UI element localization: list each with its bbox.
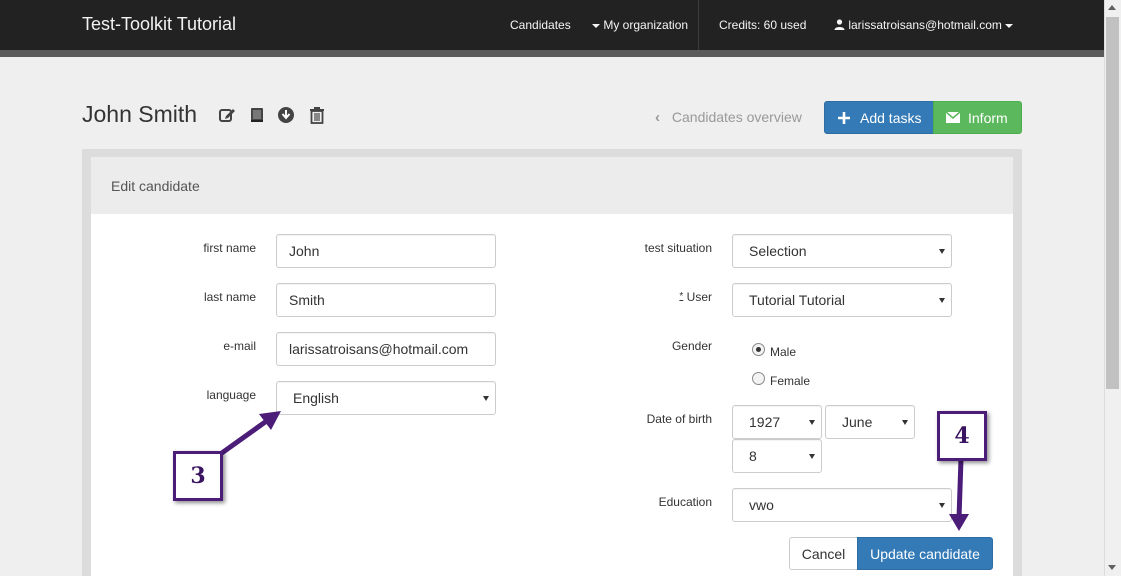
required-mark: * [679, 291, 684, 302]
dob-day-select[interactable]: 8 [732, 439, 822, 473]
gender-male-radio[interactable] [752, 343, 765, 356]
nav-candidates[interactable]: Candidates [510, 18, 571, 32]
dob-year-select[interactable]: 1927 [732, 405, 822, 439]
scroll-up-icon[interactable] [1108, 5, 1116, 10]
scrollbar-thumb[interactable] [1106, 17, 1119, 389]
panel-heading [91, 157, 1013, 214]
gender-male-label[interactable]: Male [770, 345, 796, 359]
add-tasks-label: Add tasks [860, 110, 922, 126]
dob-day-value: 8 [749, 448, 757, 464]
last-name-input[interactable]: Smith [276, 283, 496, 317]
select-arrow-icon [809, 420, 815, 425]
first-name-input[interactable]: John [276, 234, 496, 268]
date-of-birth-label: Date of birth [646, 412, 712, 426]
language-label: language [206, 388, 256, 402]
email-input[interactable]: larissatroisans@hotmail.com [276, 332, 496, 366]
envelope-icon [946, 112, 960, 123]
nav-credits: Credits: 60 used [719, 18, 807, 32]
add-tasks-button[interactable]: Add tasks [824, 101, 934, 134]
chevron-left-icon: ‹ [655, 109, 660, 126]
dob-month-value: June [842, 414, 873, 430]
caret-down-icon [1005, 23, 1014, 28]
email-label: e-mail [223, 339, 256, 353]
nav-user-email: larissatroisans@hotmail.com [848, 18, 1002, 32]
user-label: * User [679, 290, 712, 304]
gender-female-radio[interactable] [752, 372, 765, 385]
candidates-overview-label: Candidates overview [671, 109, 802, 125]
gender-female-label[interactable]: Female [770, 374, 810, 388]
page-title: John Smith [82, 101, 198, 127]
nav-my-organization-label: My organization [603, 18, 689, 32]
brand-link[interactable]: Test-Toolkit Tutorial [82, 14, 236, 35]
user-icon [834, 19, 845, 30]
dob-month-select[interactable]: June [825, 405, 915, 439]
user-label-text: User [686, 290, 712, 304]
select-arrow-icon [939, 503, 945, 508]
callout-step-4: 4 [937, 411, 987, 461]
nav-separator [698, 0, 699, 50]
language-select[interactable]: English [276, 381, 496, 415]
inform-label: Inform [968, 110, 1008, 126]
edit-icon[interactable] [218, 106, 236, 124]
plus-icon [838, 112, 850, 124]
dob-year-value: 1927 [749, 414, 781, 430]
scroll-down-icon[interactable] [1108, 565, 1116, 570]
candidates-overview-link[interactable]: ‹ Candidates overview [655, 109, 802, 126]
last-name-label: last name [203, 290, 256, 304]
select-arrow-icon [809, 454, 815, 459]
education-select[interactable]: vwo [732, 488, 952, 522]
language-selected-value: English [293, 390, 339, 406]
select-arrow-icon [939, 249, 945, 254]
navbar-bottom-strip [0, 50, 1104, 57]
caret-down-icon [592, 23, 600, 28]
download-icon[interactable] [277, 106, 295, 124]
inform-button[interactable]: Inform [933, 101, 1022, 134]
book-icon[interactable] [248, 106, 266, 124]
callout-step-3: 3 [173, 451, 223, 501]
panel-title: Edit candidate [111, 178, 200, 194]
test-situation-selected-value: Selection [749, 243, 807, 259]
select-arrow-icon [902, 420, 908, 425]
trash-icon[interactable] [308, 106, 326, 124]
update-candidate-button[interactable]: Update candidate [857, 537, 993, 570]
nav-my-organization[interactable]: My organization [592, 18, 688, 32]
test-situation-label: test situation [644, 241, 712, 255]
nav-user-menu[interactable]: larissatroisans@hotmail.com [834, 18, 1014, 32]
test-situation-select[interactable]: Selection [732, 234, 952, 268]
gender-label: Gender [671, 339, 712, 353]
user-selected-value: Tutorial Tutorial [749, 292, 845, 308]
select-arrow-icon [939, 298, 945, 303]
select-arrow-icon [483, 396, 489, 401]
first-name-label: first name [203, 241, 256, 255]
education-selected-value: vwo [749, 497, 774, 513]
education-label: Education [658, 495, 712, 509]
user-select[interactable]: Tutorial Tutorial [732, 283, 952, 317]
cancel-button[interactable]: Cancel [789, 537, 858, 570]
